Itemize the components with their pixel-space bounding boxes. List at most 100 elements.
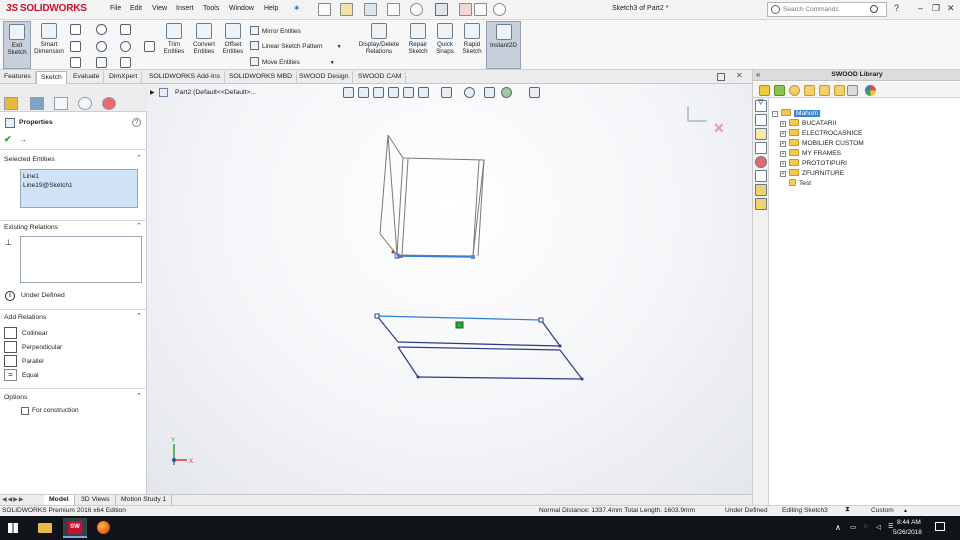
search-commands-input[interactable]: Search Commands: [767, 2, 887, 17]
tree-folder-my-frames[interactable]: + MY FRAMES: [780, 149, 841, 157]
library-refresh-icon[interactable]: [847, 85, 858, 96]
appearances-icon[interactable]: [755, 156, 767, 168]
tab-features[interactable]: Features: [0, 71, 36, 84]
library-home-icon[interactable]: [759, 85, 770, 96]
chevron-up-icon[interactable]: ⌃: [136, 222, 142, 230]
tray-chevron-up-icon[interactable]: ∧: [835, 523, 841, 532]
frame-inner-edge[interactable]: [401, 158, 409, 256]
tab-dimxpert[interactable]: DimXpert: [105, 71, 143, 84]
chevron-down-icon[interactable]: ▼: [330, 60, 335, 66]
file-properties-icon[interactable]: [474, 3, 487, 16]
solidworks-taskbar-button[interactable]: SW: [63, 518, 87, 538]
menu-edit[interactable]: Edit: [130, 5, 142, 12]
menu-help[interactable]: Help: [264, 5, 278, 12]
featuremanager-tab-icon[interactable]: [4, 97, 18, 110]
swood-component-icon[interactable]: [755, 198, 767, 210]
dimxpert-tab-icon[interactable]: [78, 97, 92, 110]
design-library-icon[interactable]: [755, 114, 767, 126]
library-new-folder-icon[interactable]: [819, 85, 830, 96]
tab-scroll-arrows-icon[interactable]: ◀◀▶▶: [2, 496, 24, 503]
configurationmanager-tab-icon[interactable]: [54, 97, 68, 110]
frame-inner-edge[interactable]: [396, 157, 404, 256]
expand-icon[interactable]: +: [780, 131, 786, 137]
library-appearance-icon[interactable]: [865, 85, 876, 96]
instant2d-button[interactable]: Instant2D: [486, 21, 521, 69]
close-icon[interactable]: ✕: [947, 3, 955, 14]
solidworks-logo[interactable]: 3S SOLIDWORKS: [6, 3, 87, 14]
library-rename-icon[interactable]: [834, 85, 845, 96]
plane-edge[interactable]: [540, 319, 561, 347]
sketch-point[interactable]: [558, 344, 562, 348]
move-entities-button[interactable]: Move Entities ▼: [250, 57, 335, 66]
linear-sketch-pattern-button[interactable]: Linear Sketch Pattern ▼: [250, 41, 342, 50]
chevron-down-icon[interactable]: ▼: [337, 44, 342, 50]
offset-entities-button[interactable]: Offset Entities: [219, 21, 247, 69]
slot-icon[interactable]: [70, 57, 81, 68]
plane-edge[interactable]: [397, 346, 561, 351]
graphics-area[interactable]: ▶ Part2 (Default<<Default>... ✕ Y X: [147, 84, 752, 494]
tree-folder-bucatarii[interactable]: + BUCATARII: [780, 119, 836, 127]
swood-library-tab-icon[interactable]: [755, 184, 767, 196]
exit-sketch-button[interactable]: Exit Sketch: [3, 21, 31, 69]
custom-properties-icon[interactable]: [755, 170, 767, 182]
file-explorer-icon[interactable]: [755, 128, 767, 140]
collapse-panel-icon[interactable]: «: [756, 70, 760, 79]
tab-swood-cam[interactable]: SWOOD CAM: [354, 71, 407, 84]
units-selector[interactable]: Custom: [871, 507, 894, 514]
tree-folder-prototipuri[interactable]: + PROTOTIPURI: [780, 159, 847, 167]
for-construction-checkbox[interactable]: [21, 407, 29, 415]
collapse-icon[interactable]: -: [772, 111, 778, 117]
expand-icon[interactable]: +: [780, 121, 786, 127]
selected-line19[interactable]: [376, 315, 542, 321]
quick-snaps-button[interactable]: Quick Snaps: [432, 21, 458, 69]
chevron-up-icon[interactable]: ⌃: [136, 312, 142, 320]
tab-evaluate[interactable]: Evaluate: [69, 71, 105, 84]
volume-icon[interactable]: ◁: [876, 523, 881, 531]
point-icon[interactable]: [120, 41, 131, 52]
pushpin-icon[interactable]: →: [19, 135, 27, 144]
sketch-point[interactable]: [580, 377, 584, 381]
propertymanager-tab-icon[interactable]: [30, 97, 44, 110]
trim-entities-button[interactable]: Trim Entities: [160, 21, 188, 69]
fillet-icon[interactable]: [120, 57, 131, 68]
list-item[interactable]: Line19@Sketch1: [23, 181, 135, 190]
chevron-up-icon[interactable]: ⌃: [136, 392, 142, 400]
sketch-point[interactable]: [471, 255, 475, 259]
text-icon[interactable]: [144, 41, 155, 52]
tree-folder-zfurniture[interactable]: + ZFURNITURE: [780, 169, 844, 177]
battery-icon[interactable]: ▭: [850, 523, 856, 531]
library-open-icon[interactable]: [804, 85, 815, 96]
action-center-icon[interactable]: [935, 522, 945, 531]
expand-icon[interactable]: +: [780, 171, 786, 177]
frame-left-edge[interactable]: [379, 134, 389, 235]
menu-window[interactable]: Window: [229, 5, 254, 12]
appearance-tab-icon[interactable]: [102, 97, 116, 110]
rebuild-icon[interactable]: [459, 3, 472, 16]
repair-sketch-button[interactable]: Repair Sketch: [405, 21, 431, 69]
firefox-taskbar-icon[interactable]: [97, 521, 110, 534]
panel-restore-icon[interactable]: [717, 73, 725, 81]
tree-root[interactable]: - Mahom: [772, 109, 820, 117]
magnifier-icon[interactable]: [870, 5, 878, 13]
view-palette-icon[interactable]: [755, 142, 767, 154]
circle-icon[interactable]: [96, 24, 107, 35]
tree-item-test[interactable]: Test: [789, 179, 811, 187]
clock-date[interactable]: 5/26/2018: [893, 529, 922, 536]
help-icon[interactable]: ?: [132, 118, 141, 127]
print-icon[interactable]: [387, 3, 400, 16]
sketch-point[interactable]: [416, 375, 420, 379]
sketch-point[interactable]: [538, 317, 544, 323]
rapid-sketch-button[interactable]: Rapid Sketch: [459, 21, 485, 69]
new-document-icon[interactable]: [318, 3, 331, 16]
library-add-icon[interactable]: [774, 85, 785, 96]
plane-edge[interactable]: [397, 346, 419, 378]
network-icon[interactable]: ◌: [864, 523, 868, 530]
ok-checkmark-icon[interactable]: ✔: [4, 134, 12, 145]
plane-edge[interactable]: [559, 349, 583, 380]
help-icon[interactable]: ?: [894, 3, 899, 13]
tree-folder-mobilier-custom[interactable]: + MOBILIER CUSTOM: [780, 139, 864, 147]
restore-icon[interactable]: ❐: [932, 3, 940, 14]
library-folder-icon[interactable]: [789, 85, 800, 96]
open-folder-icon[interactable]: [340, 3, 353, 16]
smart-dimension-button[interactable]: Smart Dimension: [33, 21, 65, 69]
